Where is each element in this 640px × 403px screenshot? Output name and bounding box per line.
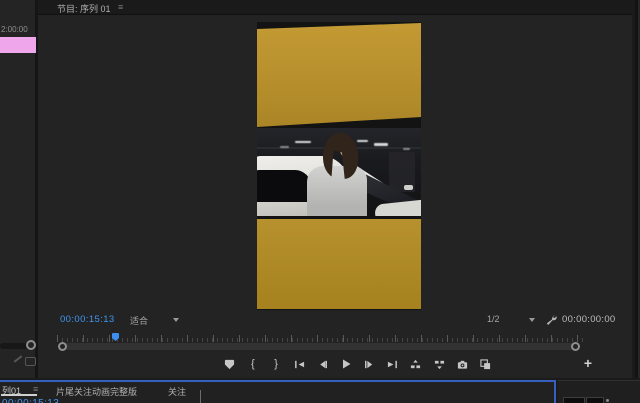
panel-menu-icon[interactable]: ≡ — [33, 384, 38, 394]
video-preview[interactable] — [257, 22, 421, 310]
left-partial-timecode: 2:00:00 — [1, 25, 28, 34]
video-top-yellow-band — [257, 22, 421, 128]
app-window: 2:00:00 节目: 序列 01 ≡ — [0, 0, 640, 403]
mini-meter-block — [586, 397, 604, 403]
play-button[interactable] — [338, 355, 353, 373]
bottom-right-panel — [558, 380, 640, 403]
comparison-view-button[interactable] — [478, 355, 493, 373]
ceiling-light — [403, 148, 410, 150]
extract-button[interactable] — [432, 355, 447, 373]
program-monitor-panel: 节目: 序列 01 ≡ — [38, 0, 632, 378]
transport-controls: { } — [222, 352, 493, 376]
left-scrollbar-track[interactable] — [0, 343, 28, 349]
zoom-level-dropdown[interactable]: 适合 — [130, 314, 148, 327]
mini-indicator-dot — [606, 399, 609, 402]
mini-meter-block — [563, 397, 585, 403]
ceiling-light — [357, 140, 368, 142]
go-to-in-button[interactable] — [292, 355, 307, 373]
go-to-out-button[interactable] — [385, 355, 400, 373]
time-ruler[interactable] — [57, 333, 585, 342]
left-scrollbar-knob[interactable] — [26, 340, 36, 350]
timeline-panel: 列01 ≡ 片尾关注动画完整版 关注 00:00:15:13 — [0, 380, 556, 403]
step-forward-button[interactable] — [362, 355, 377, 373]
ceiling-light — [374, 143, 388, 146]
car-hood — [374, 199, 421, 216]
car-side-window — [257, 170, 311, 202]
zoom-scrollbar[interactable] — [60, 343, 578, 350]
sequence-duration-timecode: 00:00:00:00 — [562, 314, 616, 325]
woman-torso — [307, 166, 367, 216]
zoom-handle-left[interactable] — [58, 342, 67, 351]
right-panel-sliver — [635, 0, 640, 378]
export-frame-button[interactable] — [455, 355, 470, 373]
step-back-button[interactable] — [315, 355, 330, 373]
loop-icon[interactable] — [25, 357, 36, 366]
chevron-down-icon[interactable] — [173, 318, 179, 322]
settings-wrench-icon[interactable] — [545, 312, 557, 324]
timeline-clip-name-secondary: 关注 — [168, 385, 186, 398]
lift-button[interactable] — [408, 355, 423, 373]
left-panel-sliver: 2:00:00 — [0, 0, 38, 378]
playhead-marker[interactable] — [112, 333, 119, 341]
chevron-down-icon[interactable] — [529, 318, 535, 322]
active-tab-underline — [1, 394, 37, 396]
ceiling-light — [295, 141, 311, 143]
mark-in-button[interactable]: { — [245, 355, 260, 373]
tab-program-sequence[interactable]: 节目: 序列 01 — [57, 2, 111, 15]
ceiling-light — [280, 146, 289, 148]
mark-out-button[interactable]: } — [269, 355, 284, 373]
pink-clip-thumbnail[interactable] — [0, 37, 36, 53]
video-bottom-yellow-band — [257, 219, 421, 309]
add-marker-button[interactable] — [222, 355, 237, 373]
button-editor-plus-button[interactable]: + — [580, 354, 596, 372]
zoom-handle-right[interactable] — [571, 342, 580, 351]
playback-resolution-dropdown[interactable]: 1/2 — [487, 314, 500, 324]
timeline-partial-timecode[interactable]: 00:00:15:13 — [2, 398, 59, 403]
car-side-mirror — [404, 185, 413, 190]
video-photo-frame — [257, 128, 421, 216]
current-timecode[interactable]: 00:00:15:13 — [60, 314, 115, 325]
timeline-clip-name: 片尾关注动画完整版 — [56, 385, 137, 398]
timeline-cursor-line — [200, 390, 201, 403]
panel-menu-icon[interactable]: ≡ — [118, 2, 123, 12]
program-tab-bar: 节目: 序列 01 ≡ — [38, 0, 632, 15]
pen-icon[interactable] — [13, 355, 22, 363]
